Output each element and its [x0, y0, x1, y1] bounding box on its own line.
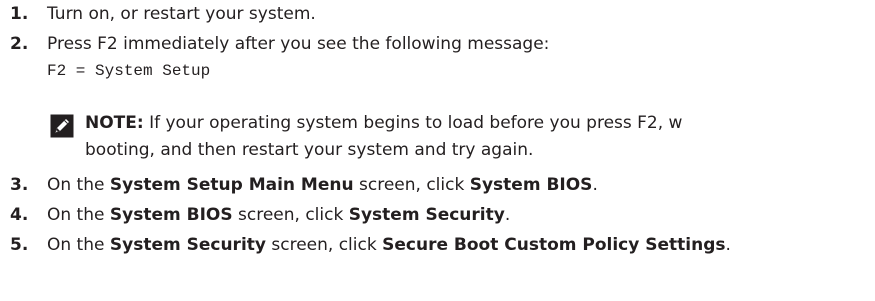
- step-text-run: Turn on, or restart your system.: [47, 4, 316, 24]
- ui-term: System Security: [109, 235, 266, 255]
- note-label: NOTE:: [85, 113, 144, 133]
- step-number: 4.: [10, 205, 29, 225]
- step-text-run: screen, click: [265, 235, 383, 255]
- step-number: 5.: [10, 235, 29, 255]
- step-text: Turn on, or restart your system.: [47, 3, 316, 25]
- ui-term: System BIOS: [469, 175, 593, 195]
- step-text: On the System Security screen, click Sec…: [47, 234, 731, 256]
- step-number: 3.: [10, 175, 29, 195]
- step-text-run: Press F2 immediately after you see the f…: [47, 34, 550, 54]
- note-line-1: NOTE: If your operating system begins to…: [85, 112, 682, 134]
- step-text-run: On the: [47, 175, 110, 195]
- procedure-document: 1. Turn on, or restart your system. 2. P…: [0, 0, 875, 301]
- ui-term: System BIOS: [109, 205, 233, 225]
- pencil-note-icon: [50, 114, 74, 138]
- step-text-run: .: [592, 175, 598, 195]
- step-text: Press F2 immediately after you see the f…: [47, 33, 549, 55]
- step-text: On the System Setup Main Menu screen, cl…: [47, 174, 598, 196]
- step-number: 2.: [10, 34, 29, 54]
- step-text-run: On the: [47, 235, 110, 255]
- note-line-2: booting, and then restart your system an…: [85, 139, 533, 161]
- ui-term: System Setup Main Menu: [109, 175, 354, 195]
- ui-term: Secure Boot Custom Policy Settings: [382, 235, 726, 255]
- note-text-2: booting, and then restart your system an…: [85, 140, 534, 160]
- step-text-run: screen, click: [353, 175, 470, 195]
- step-number: 1.: [10, 4, 29, 24]
- step-text: On the System BIOS screen, click System …: [47, 204, 510, 226]
- step-text-run: On the: [47, 205, 110, 225]
- note-text-1: If your operating system begins to load …: [143, 113, 683, 133]
- code-message: F2 = System Setup: [47, 62, 211, 80]
- step-text-run: screen, click: [232, 205, 349, 225]
- step-text-run: .: [725, 235, 731, 255]
- step-text-run: .: [504, 205, 511, 225]
- ui-term: System Security: [348, 205, 505, 225]
